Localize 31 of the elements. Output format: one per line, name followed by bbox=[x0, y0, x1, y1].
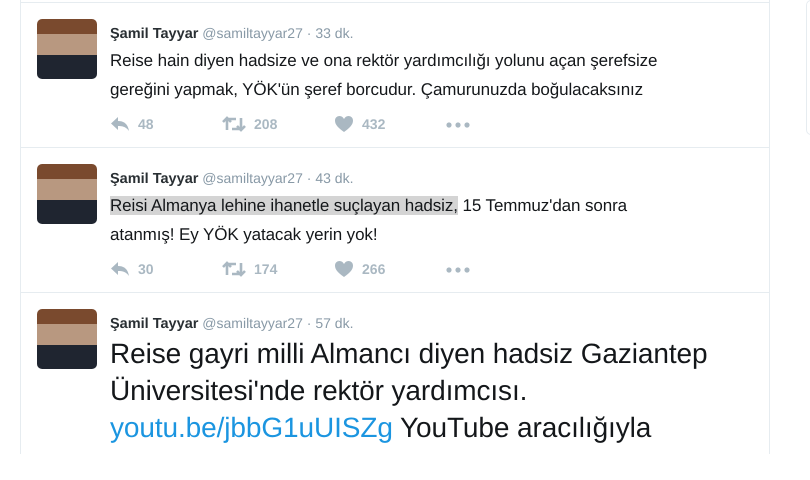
tweet-link[interactable]: youtu.be/jbbG1uUISZg bbox=[110, 412, 393, 444]
avatar-photo-placeholder[interactable] bbox=[37, 164, 97, 224]
tweet-time[interactable]: · 33 dk. bbox=[306, 25, 354, 41]
reply-icon[interactable] bbox=[110, 261, 130, 277]
retweet-count: 174 bbox=[254, 260, 278, 278]
reply-count: 48 bbox=[138, 114, 154, 134]
tweet-time[interactable]: · 57 dk. bbox=[306, 314, 354, 330]
reply-icon[interactable] bbox=[110, 116, 130, 132]
tweet-text: YouTube aracılığıyla bbox=[399, 412, 652, 444]
author-handle[interactable]: @samiltayyar27 bbox=[202, 314, 303, 330]
author-handle[interactable]: @samiltayyar27 bbox=[202, 25, 303, 41]
tweet-text: Reisi Almanya lehine ihanetle suçlayan hadsiz, 15 Temmuz'dan sonra atanmış! Ey YÖK yatacak yerin yok! bbox=[110, 194, 628, 246]
more-icon[interactable] bbox=[446, 122, 470, 128]
retweet-icon[interactable] bbox=[222, 116, 246, 132]
avatar-photo-placeholder[interactable] bbox=[37, 308, 97, 368]
like-count: 266 bbox=[362, 260, 386, 278]
author-name[interactable]: Şamil Tayyar bbox=[110, 170, 198, 187]
reply-count: 30 bbox=[138, 260, 154, 278]
heart-icon[interactable] bbox=[334, 260, 354, 278]
more-icon[interactable] bbox=[446, 266, 470, 273]
retweet-count: 208 bbox=[254, 114, 278, 134]
author-handle[interactable]: @samiltayyar27 bbox=[202, 170, 303, 186]
author-name[interactable]: Şamil Tayyar bbox=[110, 316, 198, 332]
tweet-time[interactable]: · 43 dk. bbox=[306, 170, 354, 186]
avatar-photo-placeholder[interactable] bbox=[37, 19, 97, 79]
tweet-text: Reise hain diyen hadsize ve ona rektör yardımcılığı yolunu açan şerefsize gereğini yapmak, YÖK'ün şeref borcudur. Çamurunuzda boğulacaksınız bbox=[110, 50, 658, 101]
like-count: 432 bbox=[362, 114, 386, 134]
heart-icon[interactable] bbox=[334, 115, 354, 134]
retweet-icon[interactable] bbox=[222, 261, 246, 277]
tweet-text: Reise gayri milli Almancı diyen hadsiz Gaziantep Üniversitesi'nde rektör yardımcısı. bbox=[110, 338, 708, 406]
author-name[interactable]: Şamil Tayyar bbox=[110, 26, 198, 42]
